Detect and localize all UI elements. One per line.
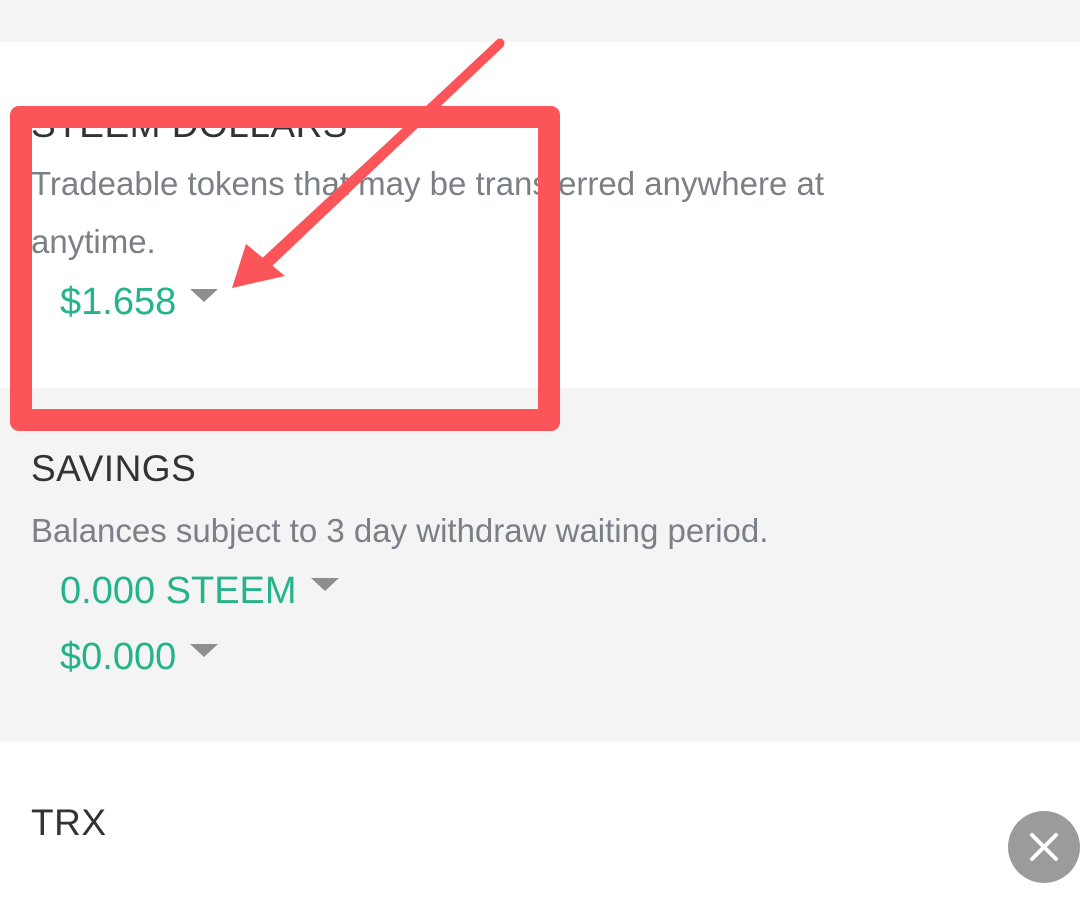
savings-sbd-balance: $0.000 (60, 636, 177, 679)
caret-down-icon (190, 289, 219, 303)
close-button[interactable] (1008, 811, 1080, 883)
savings-steem-balance: 0.000 STEEM (60, 570, 297, 613)
trx-title: TRX (31, 802, 107, 843)
caret-down-icon (190, 644, 219, 658)
savings-title: SAVINGS (31, 448, 197, 489)
steem-dollars-title: STEEM DOLLARS (31, 104, 348, 145)
steem-dollars-balance: $1.658 (60, 281, 177, 324)
steem-dollars-balance-dropdown[interactable]: $1.658 (60, 280, 219, 324)
savings-sbd-balance-dropdown[interactable]: $0.000 (60, 635, 219, 679)
savings-section: SAVINGS Balances subject to 3 day withdr… (0, 388, 1080, 742)
trx-section: TRX (0, 742, 1080, 903)
steem-dollars-section: STEEM DOLLARS Tradeable tokens that may … (0, 42, 1080, 388)
savings-description: Balances subject to 3 day withdraw waiti… (31, 512, 769, 549)
caret-down-icon (310, 578, 339, 592)
close-icon (1030, 833, 1058, 861)
savings-steem-balance-dropdown[interactable]: 0.000 STEEM (60, 569, 339, 613)
top-divider-band (0, 0, 1080, 42)
steem-dollars-description: Tradeable tokens that may be transferred… (31, 165, 825, 260)
